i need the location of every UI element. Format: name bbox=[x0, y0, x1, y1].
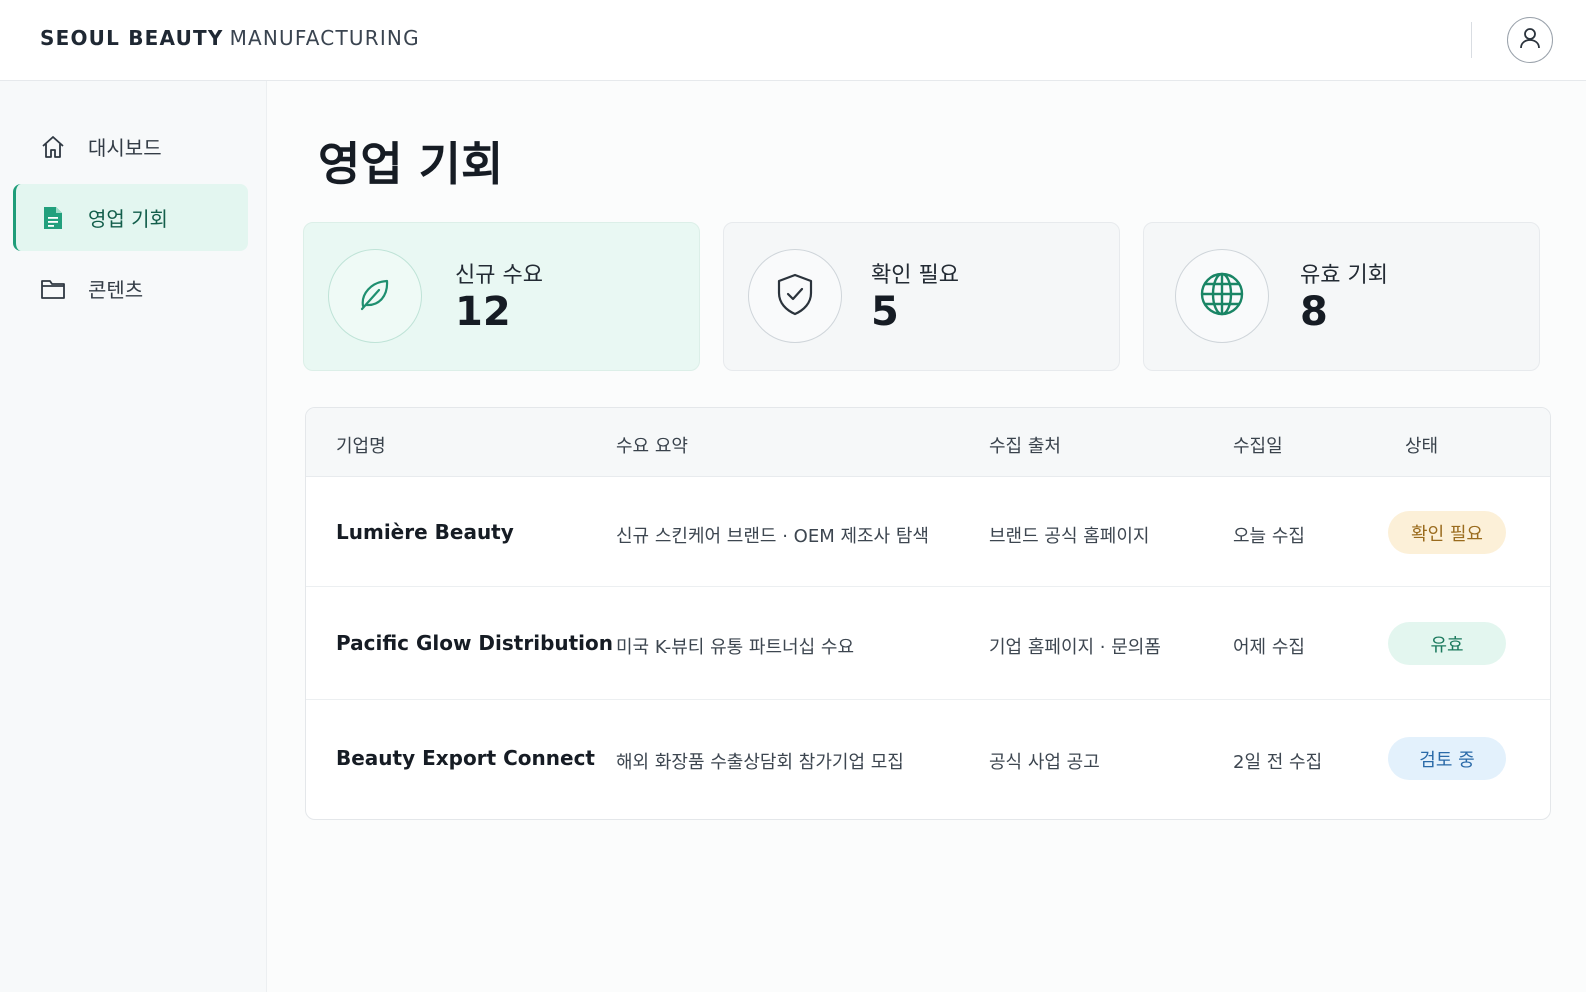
collection-date: 어제 수집 bbox=[1233, 637, 1305, 658]
header-divider bbox=[1471, 22, 1472, 58]
table-row[interactable]: Lumière Beauty 신규 스킨케어 브랜드 · OEM 제조사 탐색 … bbox=[306, 477, 1550, 587]
stat-label: 유효 기회 bbox=[1300, 263, 1388, 288]
stat-value: 8 bbox=[1300, 289, 1328, 335]
sidebar-item-label: 대시보드 bbox=[88, 136, 162, 160]
folder-icon bbox=[40, 276, 66, 302]
stat-icon-circle bbox=[748, 249, 842, 343]
leaf-icon bbox=[353, 272, 397, 320]
brand-suffix: MANUFACTURING bbox=[229, 26, 420, 50]
sidebar-item-opportunities[interactable]: 영업 기회 bbox=[13, 184, 248, 251]
collection-source: 공식 사업 공고 bbox=[989, 752, 1100, 773]
column-header-status[interactable]: 상태 bbox=[1405, 432, 1438, 458]
document-icon bbox=[40, 205, 66, 231]
demand-summary: 신규 스킨케어 브랜드 · OEM 제조사 탐색 bbox=[616, 526, 929, 547]
sidebar-item-label: 콘텐츠 bbox=[88, 278, 144, 302]
company-name[interactable]: Lumière Beauty bbox=[336, 520, 514, 544]
collection-source: 브랜드 공식 홈페이지 bbox=[989, 526, 1150, 547]
sidebar-item-label: 영업 기회 bbox=[88, 207, 168, 231]
table-header: 기업명 수요 요약 수집 출처 수집일 상태 bbox=[306, 408, 1550, 477]
company-name[interactable]: Pacific Glow Distribution bbox=[336, 631, 613, 655]
collection-date: 2일 전 수집 bbox=[1233, 752, 1323, 773]
collection-date: 오늘 수집 bbox=[1233, 526, 1305, 547]
status-badge[interactable]: 유효 bbox=[1388, 622, 1506, 665]
stat-card-new-demand[interactable]: 신규 수요 12 bbox=[303, 222, 700, 371]
user-icon bbox=[1516, 24, 1544, 56]
demand-summary: 해외 화장품 수출상담회 참가기업 모집 bbox=[616, 752, 904, 773]
brand-name: SEOUL BEAUTY bbox=[40, 26, 224, 50]
column-header-summary[interactable]: 수요 요약 bbox=[616, 432, 688, 458]
column-header-company[interactable]: 기업명 bbox=[336, 432, 386, 458]
status-badge[interactable]: 검토 중 bbox=[1388, 737, 1506, 780]
sidebar-item-dashboard[interactable]: 대시보드 bbox=[13, 113, 248, 180]
shield-check-icon bbox=[774, 271, 816, 321]
column-header-source[interactable]: 수집 출처 bbox=[989, 432, 1061, 458]
column-header-date[interactable]: 수집일 bbox=[1233, 432, 1283, 458]
top-bar: SEOUL BEAUTY MANUFACTURING bbox=[0, 0, 1586, 81]
globe-icon bbox=[1199, 271, 1245, 321]
status-badge[interactable]: 확인 필요 bbox=[1388, 511, 1506, 554]
collection-source: 기업 홈페이지 · 문의폼 bbox=[989, 637, 1161, 658]
sidebar-item-contents[interactable]: 콘텐츠 bbox=[13, 255, 248, 322]
opportunities-table: 기업명 수요 요약 수집 출처 수집일 상태 Lumière Beauty 신규… bbox=[305, 407, 1551, 820]
stat-label: 확인 필요 bbox=[871, 263, 959, 288]
stat-icon-circle bbox=[1175, 249, 1269, 343]
home-icon bbox=[40, 134, 66, 160]
stat-card-needs-review[interactable]: 확인 필요 5 bbox=[723, 222, 1120, 371]
stat-label: 신규 수요 bbox=[455, 263, 543, 288]
sidebar: 대시보드 영업 기회 콘텐츠 bbox=[0, 81, 267, 992]
company-name[interactable]: Beauty Export Connect bbox=[336, 746, 595, 770]
table-row[interactable]: Pacific Glow Distribution 미국 K-뷰티 유통 파트너… bbox=[306, 587, 1550, 700]
user-profile-button[interactable] bbox=[1507, 17, 1553, 63]
stat-value: 12 bbox=[455, 289, 511, 335]
table-row[interactable]: Beauty Export Connect 해외 화장품 수출상담회 참가기업 … bbox=[306, 700, 1550, 819]
stat-icon-circle bbox=[328, 249, 422, 343]
stat-value: 5 bbox=[871, 289, 899, 335]
page-title: 영업 기회 bbox=[318, 137, 504, 191]
brand-logo[interactable]: SEOUL BEAUTY MANUFACTURING bbox=[40, 26, 420, 50]
demand-summary: 미국 K-뷰티 유통 파트너십 수요 bbox=[616, 637, 855, 658]
stat-card-valid-opportunities[interactable]: 유효 기회 8 bbox=[1143, 222, 1540, 371]
